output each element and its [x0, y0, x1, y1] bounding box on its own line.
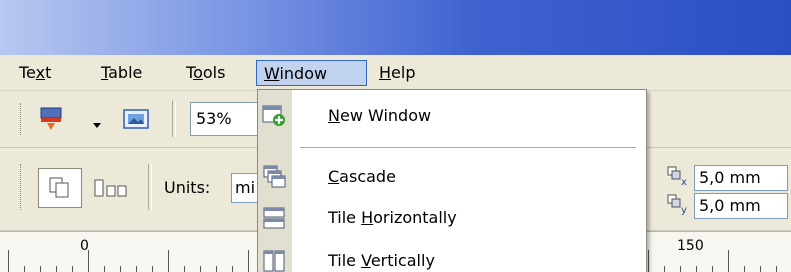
- menu-tools-label-b: ols: [202, 63, 226, 82]
- cascade-icon: [262, 165, 286, 189]
- zoom-field[interactable]: 53%: [190, 102, 262, 136]
- ruler-tick: [776, 266, 777, 272]
- new-window-icon: [262, 104, 286, 128]
- menu-tools-hotkey: o: [193, 63, 203, 82]
- menu-help-hotkey: H: [379, 63, 392, 82]
- offset-x-value: 5,0 mm: [699, 168, 761, 187]
- all-pages-button[interactable]: [38, 168, 82, 208]
- menu-item-new-window[interactable]: New Window: [258, 98, 646, 134]
- ruler-tick: [232, 266, 233, 272]
- ruler-tick: [696, 266, 697, 272]
- menu-text[interactable]: Text: [12, 60, 58, 86]
- ruler-tick: [744, 266, 745, 272]
- ruler-tick: [184, 266, 185, 272]
- ruler-tick: [216, 266, 217, 272]
- toolbar-separator: [172, 101, 176, 137]
- menu-item-tile-horizontally[interactable]: Tile Horizontally: [258, 200, 646, 236]
- color-picker-icon[interactable]: [38, 106, 66, 132]
- ruler-tick: [72, 266, 73, 272]
- ruler-tick: [88, 250, 89, 272]
- zoom-value: 53%: [196, 109, 232, 128]
- tile-vertically-label: Tile Vertically: [328, 243, 435, 272]
- cascade-hotkey: C: [328, 167, 340, 186]
- ruler-label-150: 150: [677, 238, 704, 254]
- units-label: Units:: [164, 178, 211, 197]
- new-window-label: New Window: [328, 98, 431, 134]
- menu-text-label-b: t: [45, 63, 52, 82]
- duplicate-x-icon: x: [666, 165, 692, 188]
- offset-y-field[interactable]: 5,0 mm: [694, 193, 788, 219]
- ruler-tick: [152, 266, 153, 272]
- ruler-tick: [168, 250, 169, 272]
- tile-horizontally-hotkey: H: [361, 208, 374, 227]
- ruler-tick: [8, 250, 9, 272]
- cascade-text: ascade: [339, 167, 396, 186]
- ruler-tick: [24, 266, 25, 272]
- tile-horizontally-label: Tile Horizontally: [328, 200, 457, 236]
- menu-item-tile-vertically[interactable]: Tile Vertically: [258, 243, 646, 272]
- menu-table-label-b: able: [108, 63, 143, 82]
- menu-item-cascade[interactable]: Cascade: [258, 159, 646, 195]
- ruler-tick: [104, 266, 105, 272]
- menu-window[interactable]: Window: [256, 60, 367, 86]
- ruler-tick: [728, 250, 729, 272]
- tile-vertically-icon: [262, 249, 286, 272]
- menu-text-label-a: Te: [19, 63, 36, 82]
- ruler-tick: [136, 266, 137, 272]
- offset-y-value: 5,0 mm: [699, 196, 761, 215]
- window-menu-dropdown: New Window Cascade Tile Horizontally Til…: [257, 89, 647, 272]
- ruler-tick: [56, 266, 57, 272]
- ruler-tick: [40, 266, 41, 272]
- tile-vertically-hotkey: V: [361, 251, 371, 270]
- image-icon[interactable]: [122, 107, 150, 131]
- svg-text:x: x: [681, 177, 687, 187]
- duplicate-y-icon: y: [666, 193, 692, 216]
- menu-help[interactable]: Help: [372, 60, 422, 86]
- dropdown-arrow-icon[interactable]: [92, 115, 102, 128]
- title-bar: [0, 0, 791, 55]
- menu-tools-label-a: T: [186, 63, 194, 82]
- ruler-tick: [680, 266, 681, 272]
- ruler-tick: [248, 250, 249, 272]
- menu-text-hotkey: x: [35, 63, 46, 82]
- svg-text:y: y: [681, 205, 687, 215]
- ruler-tick: [664, 266, 665, 272]
- menu-bar: Text Table Tools Window Help: [0, 56, 791, 91]
- new-window-hotkey: N: [328, 106, 340, 125]
- toolbar-grip[interactable]: [20, 103, 24, 135]
- ruler-tick: [648, 250, 649, 272]
- menu-window-hotkey: W: [264, 64, 280, 83]
- offset-x-field[interactable]: 5,0 mm: [694, 165, 788, 191]
- tile-horizontally-icon: [262, 206, 286, 230]
- tile-horizontally-text-b: orizontally: [373, 208, 457, 227]
- ruler-tick: [712, 266, 713, 272]
- ruler-tick: [760, 266, 761, 272]
- new-window-text: ew Window: [339, 106, 432, 125]
- current-page-icon[interactable]: [92, 174, 130, 202]
- menu-window-label-b: indow: [279, 64, 328, 83]
- cascade-label: Cascade: [328, 159, 396, 195]
- menu-help-label-b: elp: [391, 63, 416, 82]
- tile-vertically-text-b: ertically: [370, 251, 435, 270]
- ruler-tick: [200, 266, 201, 272]
- units-value: mi: [235, 178, 256, 197]
- tile-horizontally-text-a: Tile: [328, 208, 362, 227]
- menu-tools[interactable]: Tools: [179, 60, 232, 86]
- toolbar-grip[interactable]: [20, 164, 24, 210]
- tile-vertically-text-a: Tile: [328, 251, 362, 270]
- ruler-tick: [120, 266, 121, 272]
- menu-separator: [300, 147, 636, 148]
- toolbar-separator: [148, 164, 152, 210]
- menu-table[interactable]: Table: [94, 60, 149, 86]
